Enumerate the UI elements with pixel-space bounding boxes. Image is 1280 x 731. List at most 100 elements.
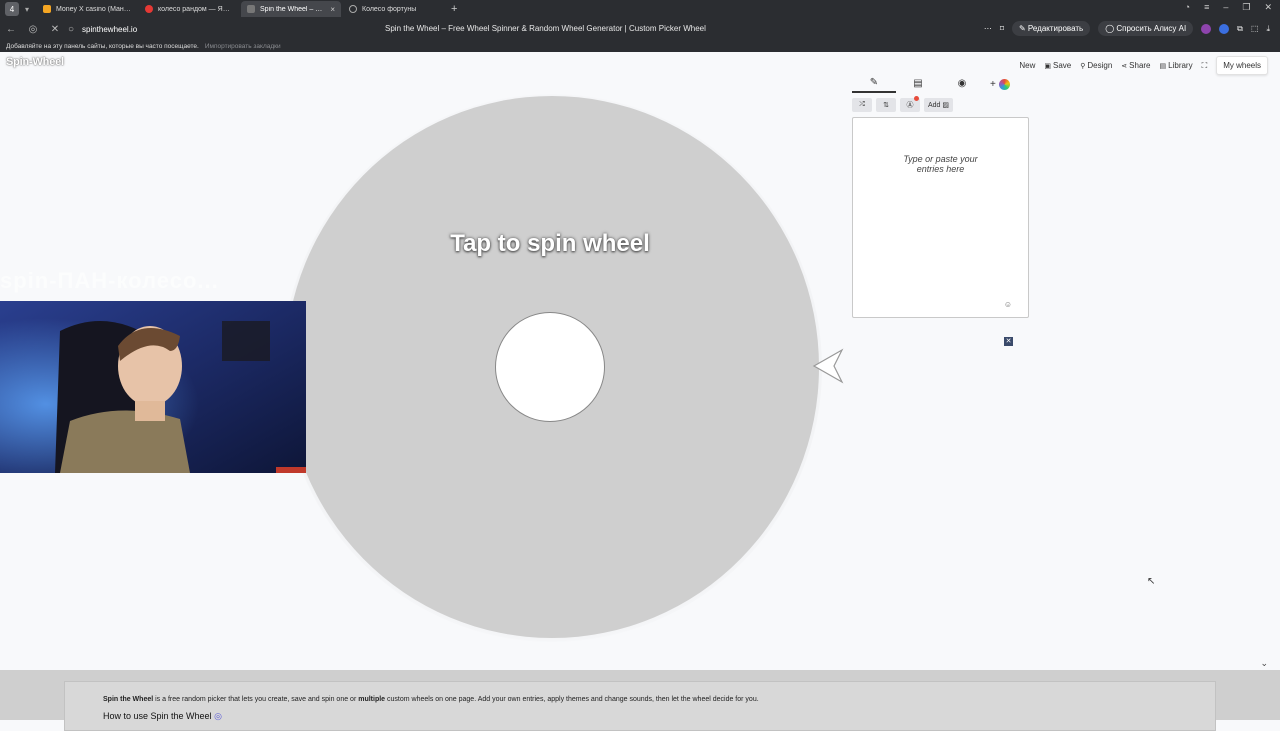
save-button[interactable]: ▣ Save [1044,61,1071,70]
hidden-eye-icon: ◉ [957,78,967,89]
tab-edit[interactable]: ✎ [852,77,896,93]
favicon-icon [145,5,154,13]
new-button[interactable]: New [1019,61,1035,70]
webcam-video [0,301,306,473]
browser-tab-active[interactable]: Spin the Wheel – Free W × [241,1,342,17]
sort-icon: ⇅ [883,102,889,109]
entries-textarea[interactable] [853,118,1028,317]
share-label: Share [1129,61,1151,70]
background-text: spin-ПАН-колесо... [0,268,219,293]
stop-loading-icon[interactable]: ✕ [44,24,66,35]
ai-button[interactable]: Ⓐ [900,96,920,112]
clipboard-icon: ▤ [913,78,923,89]
info-card: Spin the Wheel is a free random picker t… [64,681,1216,731]
emoji-icon[interactable]: ☺ [1004,300,1012,309]
tab-hidden[interactable]: ◉ [940,78,984,92]
extension-icon[interactable] [1201,23,1212,34]
browser-tab-strip: 4 ▾ Money X casino (Мани Ис колесо рандо… [0,0,1280,18]
window-controls: ◔ ≡ – ❐ ✕ [1185,2,1272,13]
fullscreen-icon[interactable]: ⛶ [1202,61,1208,71]
close-tab-icon[interactable]: × [330,5,335,14]
alice-label: Спросить Алису AI [1116,24,1187,33]
browser-tab[interactable]: Money X casino (Мани Ис [37,1,137,17]
tap-to-spin-label[interactable]: Tap to spin wheel [420,230,680,258]
bookmarks-bar: Добавляйте на эту панель сайты, которые … [0,40,1280,52]
my-wheels-button[interactable]: My wheels [1216,56,1268,75]
minimize-icon[interactable]: – [1223,2,1228,13]
alice-button[interactable]: ◯ Спросить Алису AI [1098,21,1194,36]
color-wheel-icon [998,79,1010,91]
extension-icon[interactable] [1219,23,1230,34]
design-icon: ⚲ [1080,63,1086,70]
chevron-down-icon[interactable]: ▾ [25,5,29,14]
tab-title: колесо рандом — Яндекс [158,5,234,13]
how-to-heading: How to use Spin the Wheel ◎ [103,711,1177,722]
page-content: Spin-Wheel New ▣ Save ⚲ Design ⋖ Share ▤ Lib… [0,52,1280,670]
menu-icon[interactable]: ≡ [1204,2,1209,13]
ai-icon: Ⓐ [906,102,914,109]
share-button[interactable]: ⋖ Share [1121,61,1150,70]
tab-results[interactable]: ▤ [896,78,940,92]
close-icon[interactable]: ✕ [1004,337,1013,346]
top-nav: New ▣ Save ⚲ Design ⋖ Share ▤ Library ⛶ My w… [1019,56,1268,75]
back-icon[interactable]: ← [0,24,22,35]
yandex-icon[interactable]: ◎ [22,24,44,35]
intro-text: is a free random picker that lets you cr… [153,696,359,703]
mouse-cursor-icon: ↖ [1147,576,1156,587]
intro-text-2: custom wheels on one page. Add your own … [385,696,759,703]
restore-icon[interactable]: ❐ [1242,2,1250,13]
scroll-down-icon[interactable]: ⌄ [1260,658,1268,669]
add-image-button[interactable]: Add ▨ [924,98,954,112]
image-icon: ▨ [942,102,950,109]
site-logo[interactable]: Spin-Wheel [6,56,64,68]
wheel-center[interactable] [495,312,605,422]
notification-dot [914,96,919,101]
save-label: Save [1053,61,1072,70]
library-icon: ▤ [1159,63,1167,70]
extensions-icon[interactable]: ⧉ [1237,24,1243,34]
more-icon[interactable]: ⋯ [984,24,992,33]
webcam-overlay [0,301,306,473]
url-field[interactable]: spinthewheel.io [82,25,137,34]
import-bookmarks-link[interactable]: Импортировать закладки [205,43,281,50]
add-image-label: Add [928,101,941,109]
pencil-icon: ✎ [869,77,879,88]
intro-bold-multiple: multiple [358,696,386,703]
bookmarks-hint: Добавляйте на эту панель сайты, которые … [6,42,199,50]
close-window-icon[interactable]: ✕ [1264,2,1272,13]
save-icon: ▣ [1044,63,1051,70]
bookmark-icon[interactable]: ⌑ [1000,24,1004,33]
downloads-icon[interactable]: ⬚ [1251,24,1259,33]
browser-tab[interactable]: колесо рандом — Яндекс [139,1,239,17]
info-section: Spin the Wheel is a free random picker t… [0,670,1280,731]
design-label: Design [1087,61,1113,70]
tab-counter[interactable]: 4 [5,2,19,16]
user-icon[interactable]: ◔ [1185,2,1190,13]
tab-title: Spin the Wheel – Free W [260,5,325,13]
wheel-pointer-icon [812,348,844,384]
sort-button[interactable]: ⇅ [876,98,896,112]
edit-label: Редактировать [1027,24,1084,33]
library-button[interactable]: ▤ Library [1160,61,1193,70]
browser-tab[interactable]: Колесо фортуны [343,1,443,17]
shuffle-icon: ⤮ [859,101,865,108]
design-button[interactable]: ⚲ Design [1080,61,1112,70]
site-info-icon[interactable]: ○ [66,24,76,35]
edit-button[interactable]: ✎ Редактировать [1011,21,1091,36]
intro-paragraph: Spin the Wheel is a free random picker t… [103,696,1177,703]
favicon-icon [43,5,52,13]
entries-panel: ✎ ▤ ◉ + ⤮ ⇅ Ⓐ Add ▨ ☺ [852,76,1032,318]
page-title: Spin the Wheel – Free Wheel Spinner & Ra… [385,24,706,33]
library-label: Library [1168,61,1193,70]
download-icon[interactable]: ⤓ [1266,24,1270,34]
tab-title: Колесо фортуны [362,5,417,13]
new-tab-icon[interactable]: + [451,3,457,15]
add-wheel-button[interactable]: + [990,79,1010,91]
shuffle-button[interactable]: ⤮ [852,98,872,112]
share-icon: ⋖ [1121,63,1128,70]
intro-bold: Spin the Wheel [103,696,154,703]
entries-box: ☺ [852,117,1029,318]
address-bar: ← ◎ ✕ ○ spinthewheel.io Spin the Wheel –… [0,18,1280,40]
edit-icon: ✎ [1018,24,1028,33]
loading-icon [349,5,358,13]
